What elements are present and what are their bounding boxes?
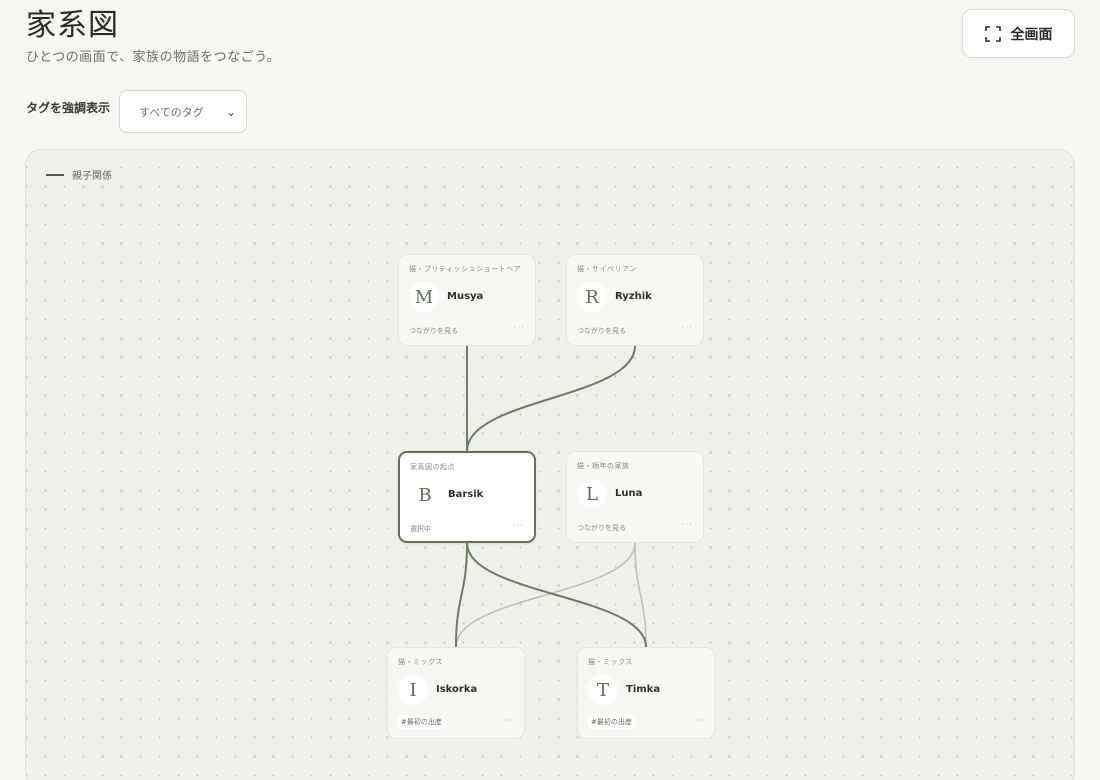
fullscreen-icon bbox=[984, 25, 1001, 42]
node-tag: 猫・ミックス bbox=[588, 658, 633, 666]
tag-filter-value: すべてのタグ bbox=[139, 105, 204, 119]
node-name: Musya bbox=[447, 291, 484, 302]
legend-line-swatch bbox=[46, 173, 64, 176]
node-footer: 選択中 bbox=[410, 525, 431, 533]
fullscreen-button[interactable]: 全画面 bbox=[962, 9, 1075, 58]
node-ryzhik[interactable]: 猫・サイベリアン R Ryzhik つながりを見る ··· bbox=[566, 254, 704, 346]
tag-filter-select[interactable]: すべてのタグ ⌄ bbox=[119, 90, 247, 133]
node-tag-chip: #最初の出産 bbox=[397, 715, 446, 729]
node-tag: 猫・ミックス bbox=[398, 658, 443, 666]
avatar: I bbox=[398, 675, 428, 705]
page-subtitle: ひとつの画面で、家族の物語をつなごう。 bbox=[26, 50, 281, 65]
page-title: 家系図 bbox=[26, 8, 119, 43]
more-icon[interactable]: ··· bbox=[692, 716, 704, 726]
more-icon[interactable]: ··· bbox=[681, 323, 693, 333]
avatar: R bbox=[577, 282, 607, 312]
tag-filter-label: タグを強調表示 bbox=[26, 101, 111, 115]
edge-layer bbox=[455, 345, 647, 648]
node-tag: 猫・ブリティッシュショートヘア bbox=[409, 265, 522, 273]
legend: 親子関係 bbox=[40, 166, 120, 183]
edge-barsik-timka bbox=[466, 542, 647, 648]
node-footer: つながりを見る bbox=[409, 327, 458, 335]
more-icon[interactable]: ··· bbox=[513, 323, 525, 333]
family-tree-canvas[interactable]: 親子関係 猫・ブリティッシュショートヘア M Musya つながりを見る ··· 猫・サイ… bbox=[25, 149, 1075, 780]
more-icon[interactable]: ··· bbox=[681, 520, 693, 530]
node-tag-chip: #最初の出産 bbox=[587, 715, 636, 729]
node-name: Iskorka bbox=[436, 684, 478, 695]
node-footer: つながりを見る bbox=[577, 327, 626, 335]
avatar: T bbox=[588, 675, 618, 705]
more-icon[interactable]: ··· bbox=[512, 521, 524, 531]
node-barsik[interactable]: 家系図の起点 B Barsik 選択中 ··· bbox=[398, 451, 536, 543]
avatar: M bbox=[409, 282, 439, 312]
node-luna[interactable]: 猫・柄年の家族 L Luna つながりを見る ··· bbox=[566, 451, 704, 543]
node-musya[interactable]: 猫・ブリティッシュショートヘア M Musya つながりを見る ··· bbox=[398, 254, 536, 346]
node-name: Ryzhik bbox=[615, 291, 652, 302]
chevron-down-icon: ⌄ bbox=[225, 104, 236, 119]
legend-label: 親子関係 bbox=[72, 171, 112, 182]
node-tag: 猫・柄年の家族 bbox=[577, 462, 630, 470]
more-icon[interactable]: ··· bbox=[502, 716, 514, 726]
node-name: Barsik bbox=[448, 489, 484, 500]
fullscreen-label: 全画面 bbox=[1010, 26, 1053, 43]
edge-luna-iskorka bbox=[455, 542, 636, 648]
node-timka[interactable]: 猫・ミックス T Timka #最初の出産 ··· bbox=[577, 647, 715, 739]
edge-ryzhik-barsik bbox=[466, 345, 636, 452]
avatar: L bbox=[577, 479, 607, 509]
node-tag: 家系図の起点 bbox=[410, 463, 455, 471]
avatar: B bbox=[410, 480, 440, 510]
node-footer: つながりを見る bbox=[577, 524, 626, 532]
node-tag: 猫・サイベリアン bbox=[577, 265, 637, 273]
node-name: Luna bbox=[615, 488, 643, 499]
node-iskorka[interactable]: 猫・ミックス I Iskorka #最初の出産 ··· bbox=[387, 647, 525, 739]
node-name: Timka bbox=[626, 684, 661, 695]
